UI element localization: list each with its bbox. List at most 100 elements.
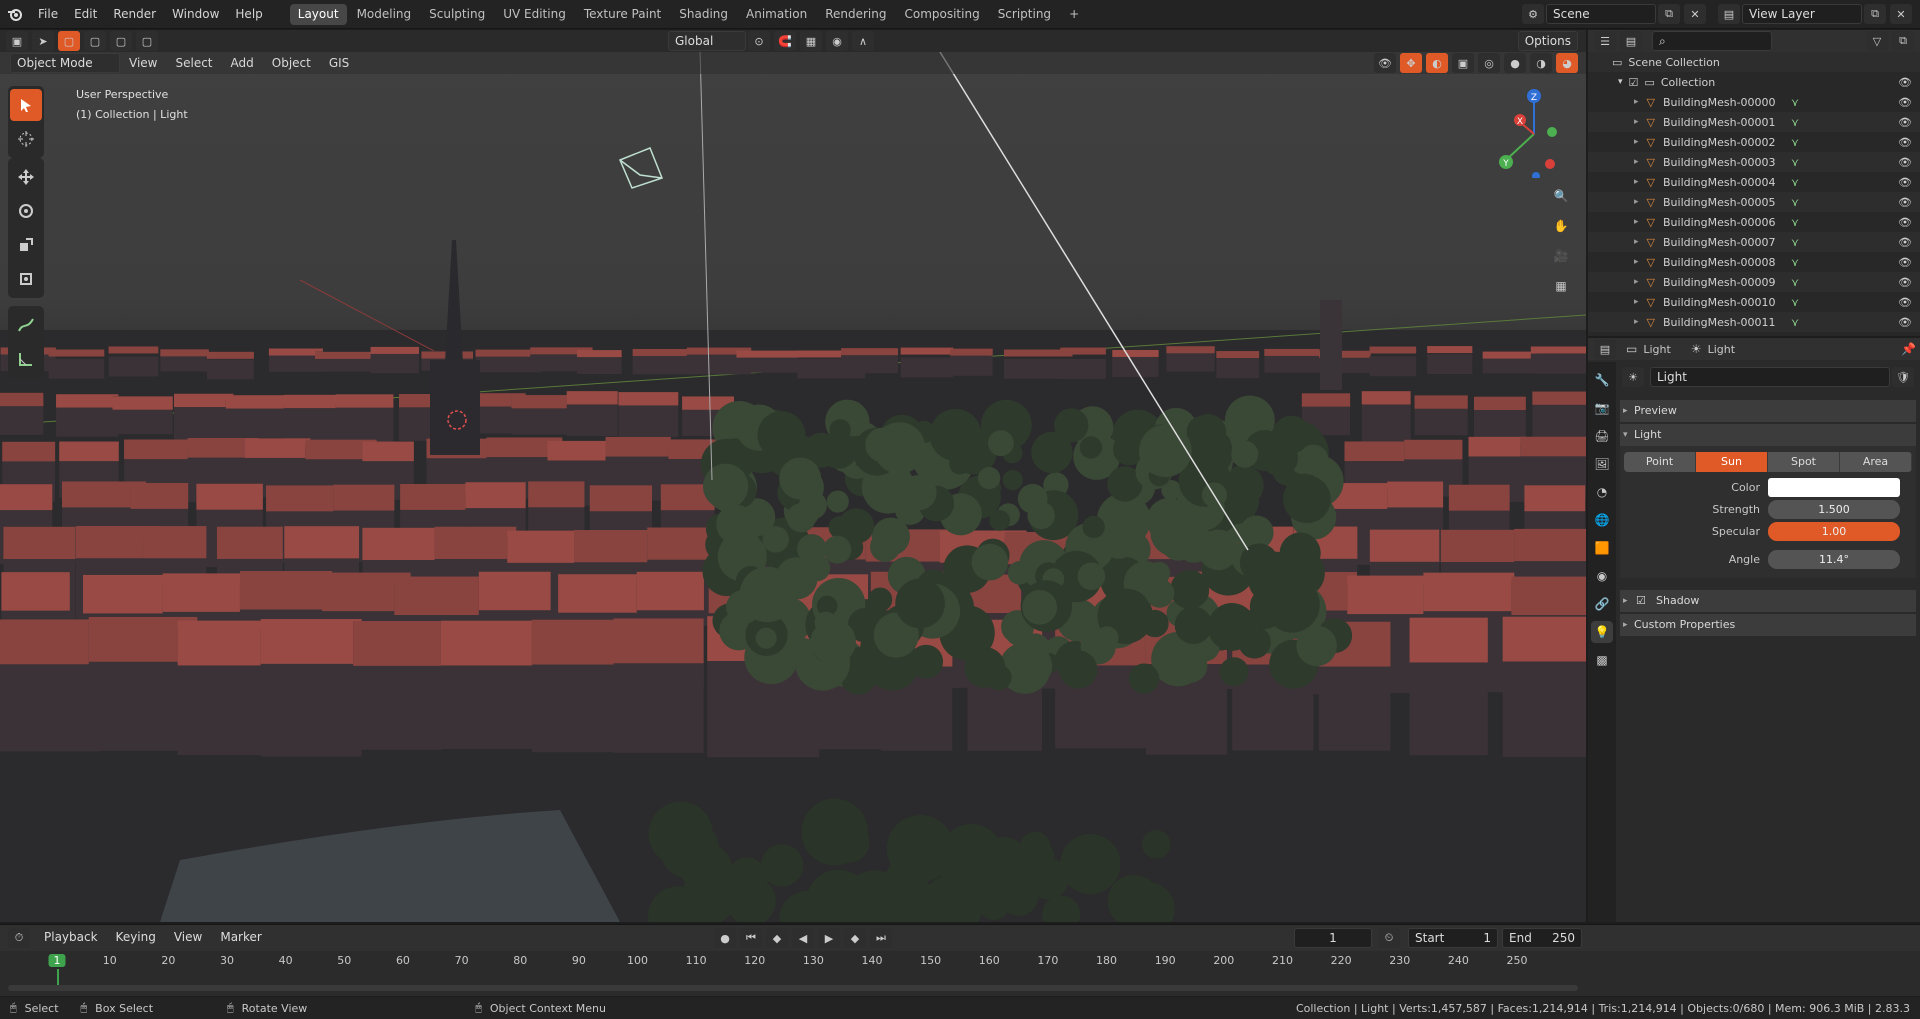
- light-type-point[interactable]: Point: [1624, 452, 1696, 472]
- expand-chevron-icon[interactable]: ▸: [1634, 157, 1639, 167]
- viewport-menu-view[interactable]: View: [120, 56, 166, 70]
- visibility-eye-icon[interactable]: 👁: [1898, 216, 1912, 229]
- cursor-tool-icon[interactable]: [10, 123, 42, 155]
- move-tool-icon[interactable]: [10, 161, 42, 193]
- outliner-item[interactable]: ▸ ▽ BuildingMesh-00010 ⋎ 👁: [1588, 292, 1920, 312]
- annotate-tool-icon[interactable]: [10, 309, 42, 341]
- expand-chevron-icon[interactable]: ▸: [1634, 197, 1639, 207]
- navigation-gizmo[interactable]: Z Y X: [1490, 86, 1582, 178]
- proportional-edit-icon[interactable]: ◉: [826, 31, 848, 51]
- workspace-tab-animation[interactable]: Animation: [738, 4, 815, 25]
- light-type-sun[interactable]: Sun: [1696, 452, 1768, 472]
- visibility-eye-icon[interactable]: 👁: [1898, 116, 1912, 129]
- custom-properties-header[interactable]: Custom Properties: [1620, 614, 1916, 636]
- preview-range-icon[interactable]: ⏲: [1378, 928, 1400, 948]
- outliner-item[interactable]: ▸ ▽ BuildingMesh-00004 ⋎ 👁: [1588, 172, 1920, 192]
- select-invert-icon[interactable]: ▢: [136, 31, 158, 51]
- scene-tab-icon[interactable]: ◔: [1591, 481, 1613, 503]
- new-collection-icon[interactable]: ⧉: [1892, 31, 1914, 51]
- outliner-item[interactable]: ▸ ▽ BuildingMesh-00005 ⋎ 👁: [1588, 192, 1920, 212]
- timeline-menu-keying[interactable]: Keying: [110, 928, 162, 948]
- expand-chevron-icon[interactable]: ▸: [1634, 137, 1639, 147]
- next-keyframe-icon[interactable]: ◆: [844, 928, 866, 948]
- expand-chevron-icon[interactable]: ▸: [1634, 177, 1639, 187]
- physics-tab-icon[interactable]: ◉: [1591, 565, 1613, 587]
- outliner-item[interactable]: ▸ ▽ BuildingMesh-00007 ⋎ 👁: [1588, 232, 1920, 252]
- playhead-line[interactable]: [57, 969, 59, 985]
- outliner-item[interactable]: ▸ ▽ BuildingMesh-00011 ⋎ 👁: [1588, 312, 1920, 332]
- visibility-eye-icon[interactable]: 👁: [1898, 176, 1912, 189]
- workspace-tab-rendering[interactable]: Rendering: [817, 4, 894, 25]
- scene-collection-row[interactable]: ▭ Scene Collection: [1588, 52, 1920, 72]
- workspace-tab-uv-editing[interactable]: UV Editing: [495, 4, 574, 25]
- visibility-eye-icon[interactable]: 👁: [1898, 96, 1912, 109]
- timeline-menu-playback[interactable]: Playback: [38, 928, 104, 948]
- checkbox-icon[interactable]: ☑: [1629, 76, 1639, 89]
- select-mode-icon[interactable]: ➤: [32, 31, 54, 51]
- visibility-eye-icon[interactable]: 👁: [1898, 76, 1912, 89]
- light-type-spot[interactable]: Spot: [1768, 452, 1840, 472]
- constraints-tab-icon[interactable]: 🔗: [1591, 593, 1613, 615]
- rendered-shading-icon[interactable]: ◕: [1556, 53, 1578, 73]
- play-reverse-icon[interactable]: ◀: [792, 928, 814, 948]
- mode-dropdown[interactable]: Object Mode: [10, 53, 120, 73]
- timeline-scrollbar[interactable]: [8, 985, 1578, 991]
- timeline-menu-marker[interactable]: Marker: [214, 928, 267, 948]
- outliner-search-input[interactable]: ⌕: [1652, 31, 1772, 51]
- menu-edit[interactable]: Edit: [66, 0, 105, 29]
- texture-tab-icon[interactable]: ▩: [1591, 649, 1613, 671]
- workspace-tab-sculpting[interactable]: Sculpting: [421, 4, 493, 25]
- light-datablock-field[interactable]: Light: [1650, 367, 1890, 387]
- new-scene-icon[interactable]: ⧉: [1658, 4, 1680, 24]
- select-tool-icon[interactable]: [10, 89, 42, 121]
- current-frame-field[interactable]: 1: [1294, 928, 1372, 948]
- light-type-area[interactable]: Area: [1840, 452, 1912, 472]
- gizmo-toggle-icon[interactable]: ✥: [1400, 53, 1422, 73]
- pin-icon[interactable]: 📌: [1901, 342, 1916, 356]
- output-tab-icon[interactable]: 🖨: [1591, 425, 1613, 447]
- workspace-tab-scripting[interactable]: Scripting: [990, 4, 1059, 25]
- zoom-icon[interactable]: 🔍: [1548, 183, 1574, 209]
- menu-file[interactable]: File: [30, 0, 66, 29]
- view-layer-browse-icon[interactable]: ▤: [1718, 4, 1740, 24]
- shadow-panel-header[interactable]: ☑ Shadow: [1620, 590, 1916, 612]
- menu-help[interactable]: Help: [227, 0, 270, 29]
- visibility-eye-icon[interactable]: 👁: [1898, 316, 1912, 329]
- outliner-item[interactable]: ▸ ▽ BuildingMesh-00001 ⋎ 👁: [1588, 112, 1920, 132]
- outliner-editor-icon[interactable]: ☰: [1594, 31, 1616, 51]
- view-layer-field[interactable]: View Layer: [1742, 4, 1862, 24]
- xray-icon[interactable]: ▣: [1452, 53, 1474, 73]
- expand-chevron-icon[interactable]: ▸: [1634, 97, 1639, 107]
- 3d-viewport[interactable]: ▣ ➤ ▢ ▢ ▢ ▢ Global ⊙ 🧲 ▦ ◉ ∧ Options Obj…: [0, 30, 1586, 922]
- viewport-menu-gis[interactable]: GIS: [320, 56, 358, 70]
- jump-end-icon[interactable]: ⏭: [870, 928, 892, 948]
- viewport-menu-select[interactable]: Select: [166, 56, 221, 70]
- visibility-eye-icon[interactable]: 👁: [1898, 296, 1912, 309]
- visibility-eye-icon[interactable]: 👁: [1898, 256, 1912, 269]
- fake-user-icon[interactable]: 🛡: [1892, 367, 1914, 387]
- visibility-eye-icon[interactable]: 👁: [1898, 156, 1912, 169]
- outliner-item[interactable]: ▸ ▽ BuildingMesh-00006 ⋎ 👁: [1588, 212, 1920, 232]
- expand-chevron-icon[interactable]: ▸: [1634, 237, 1639, 247]
- prev-keyframe-icon[interactable]: ◆: [766, 928, 788, 948]
- expand-chevron-icon[interactable]: ▸: [1634, 277, 1639, 287]
- visibility-eye-icon[interactable]: 👁: [1898, 236, 1912, 249]
- wireframe-shading-icon[interactable]: ◎: [1478, 53, 1500, 73]
- play-icon[interactable]: ▶: [818, 928, 840, 948]
- new-view-layer-icon[interactable]: ⧉: [1864, 4, 1886, 24]
- visibility-eye-icon[interactable]: 👁: [1898, 276, 1912, 289]
- visibility-eye-icon[interactable]: 👁: [1898, 196, 1912, 209]
- scale-tool-icon[interactable]: [10, 229, 42, 261]
- outliner-item[interactable]: ▸ ▽ BuildingMesh-00002 ⋎ 👁: [1588, 132, 1920, 152]
- delete-scene-icon[interactable]: ✕: [1684, 4, 1706, 24]
- workspace-tab-modeling[interactable]: Modeling: [349, 4, 420, 25]
- expand-chevron-icon[interactable]: ▸: [1634, 257, 1639, 267]
- preview-panel-header[interactable]: Preview: [1620, 400, 1916, 422]
- collection-row[interactable]: ▾ ☑ ▭ Collection 👁: [1588, 72, 1920, 92]
- outliner-item[interactable]: ▸ ▽ BuildingMesh-00008 ⋎ 👁: [1588, 252, 1920, 272]
- strength-field[interactable]: 1.500: [1768, 499, 1900, 519]
- end-frame-field[interactable]: End 250: [1502, 928, 1582, 948]
- visibility-eye-icon[interactable]: 👁: [1898, 136, 1912, 149]
- filter-icon[interactable]: ▽: [1866, 31, 1888, 51]
- select-subtract-icon[interactable]: ▢: [110, 31, 132, 51]
